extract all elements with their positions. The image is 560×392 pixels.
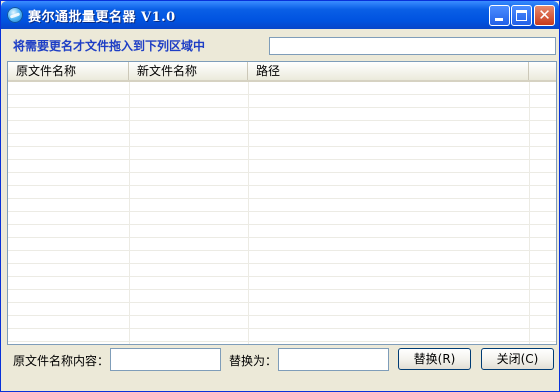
list-row-line (8, 211, 556, 212)
list-row-line (8, 159, 556, 160)
app-window: 赛尔通批量更名器 V1.0 ✕ 将需要更名才文件拖入到下列区域中 原文件名称 新… (0, 0, 560, 392)
path-field[interactable] (269, 37, 556, 55)
column-header-original-name[interactable]: 原文件名称 (8, 62, 129, 80)
title-bar[interactable]: 赛尔通批量更名器 V1.0 ✕ (1, 1, 559, 29)
app-icon[interactable] (7, 7, 23, 23)
maximize-icon (516, 10, 527, 21)
minimize-button[interactable] (489, 5, 510, 26)
list-row-line (8, 289, 556, 290)
original-content-input[interactable] (110, 348, 221, 371)
file-list[interactable]: 原文件名称 新文件名称 路径 (7, 61, 557, 345)
list-row-line (8, 224, 556, 225)
replace-with-input[interactable] (278, 348, 389, 371)
close-button[interactable]: ✕ (534, 5, 555, 26)
list-row-line (8, 276, 556, 277)
maximize-button[interactable] (511, 5, 532, 26)
close-dialog-button[interactable]: 关闭(C) (481, 348, 554, 370)
replace-with-label: 替换为： (229, 354, 278, 368)
list-row-line (8, 94, 556, 95)
list-row-line (8, 315, 556, 316)
list-row-line (8, 341, 556, 342)
drop-instruction-label: 将需要更名才文件拖入到下列区域中 (13, 39, 206, 53)
original-content-label: 原文件名称内容： (13, 354, 110, 368)
list-row-line (8, 263, 556, 264)
window-title: 赛尔通批量更名器 V1.0 (28, 10, 176, 25)
list-row-line (8, 107, 556, 108)
close-icon: ✕ (538, 6, 551, 24)
list-row-line (8, 185, 556, 186)
column-divider (129, 82, 130, 344)
minimize-icon (495, 18, 503, 21)
list-row-line (8, 250, 556, 251)
list-row-line (8, 198, 556, 199)
list-row-line (8, 146, 556, 147)
list-row-line (8, 120, 556, 121)
list-row-line (8, 133, 556, 134)
list-row-line (8, 328, 556, 329)
list-row-line (8, 237, 556, 238)
list-header: 原文件名称 新文件名称 路径 (8, 62, 556, 82)
column-header-new-name[interactable]: 新文件名称 (129, 62, 248, 80)
column-divider (529, 82, 530, 344)
column-divider (248, 82, 249, 344)
column-header-path[interactable]: 路径 (248, 62, 529, 80)
list-row-line (8, 172, 556, 173)
replace-button[interactable]: 替换(R) (398, 348, 471, 370)
list-row-line (8, 302, 556, 303)
